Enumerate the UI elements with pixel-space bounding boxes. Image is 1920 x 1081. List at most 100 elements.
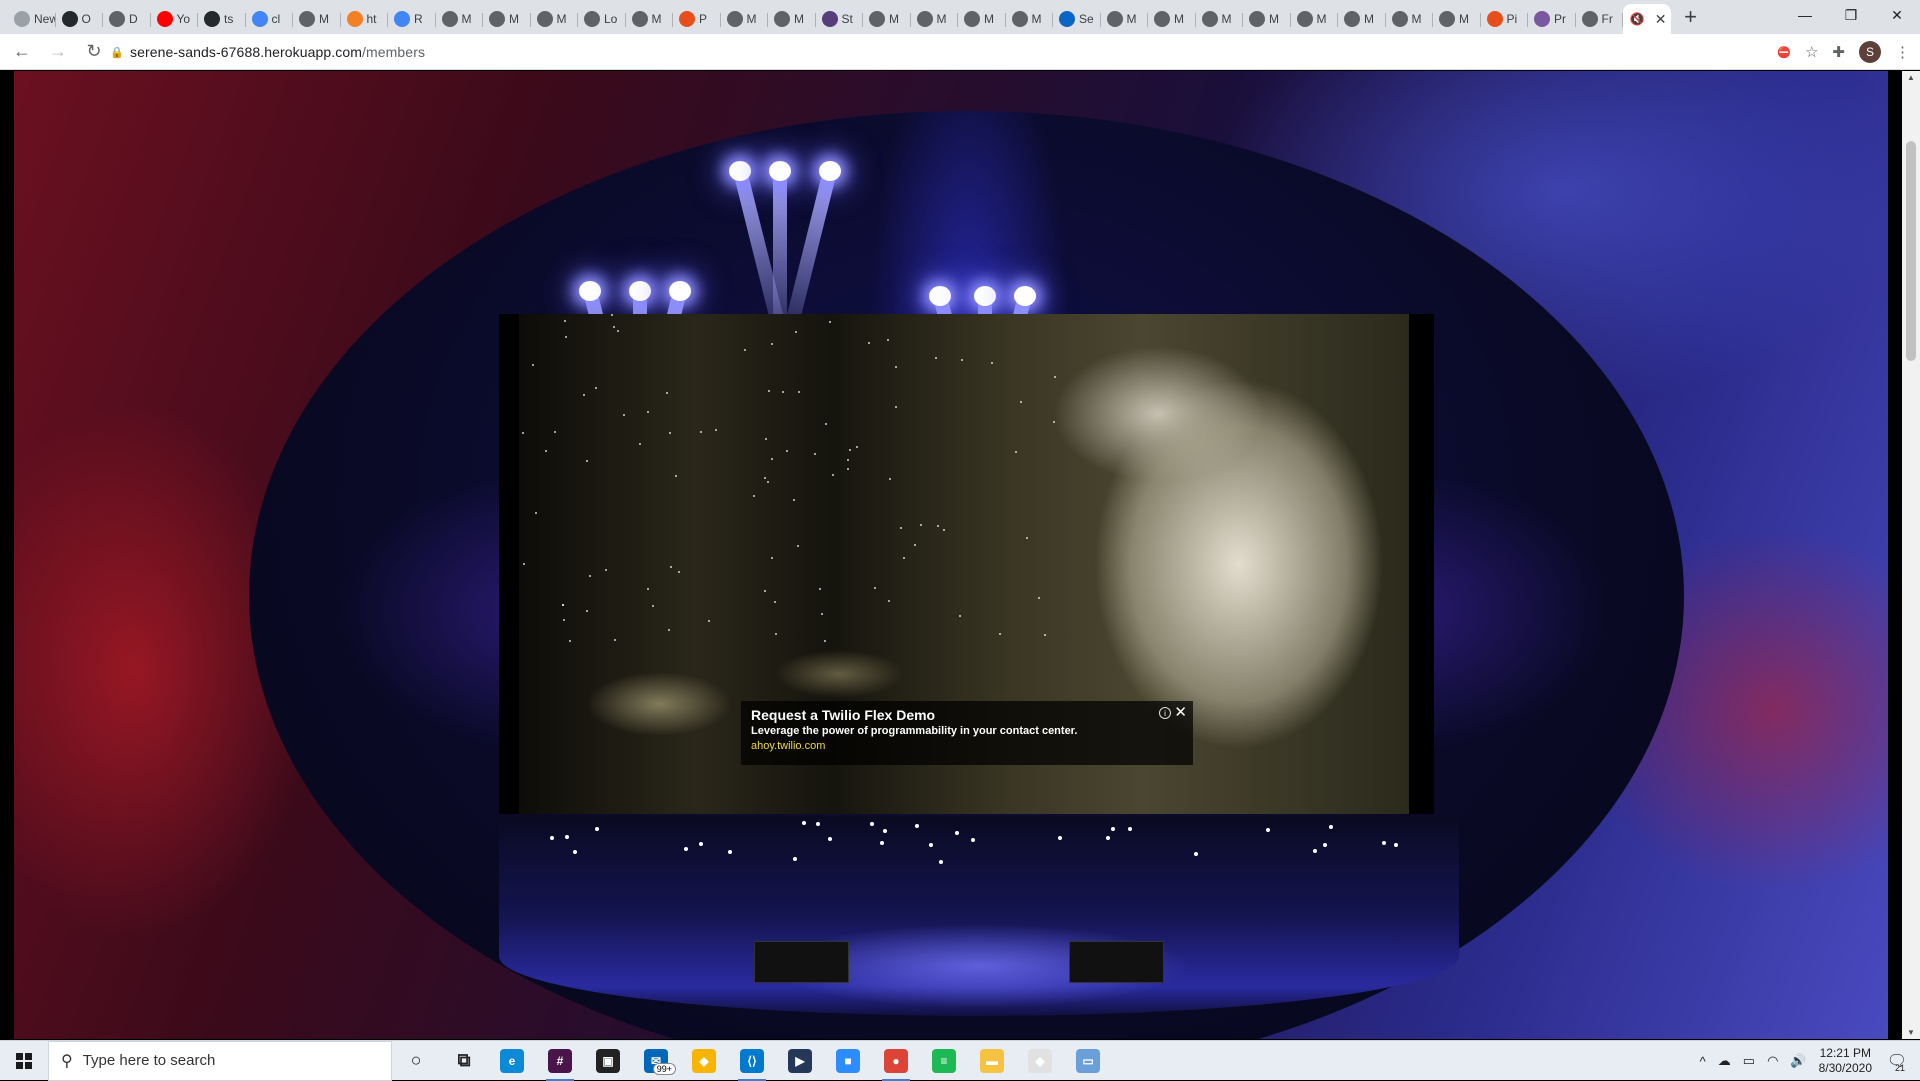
stage-monitor-left — [754, 941, 849, 983]
browser-tab[interactable]: M — [436, 5, 484, 33]
browser-tab[interactable]: P — [673, 5, 721, 33]
youtube-icon — [156, 11, 173, 27]
backdrop-star — [1015, 451, 1017, 453]
browser-tab[interactable]: M — [293, 5, 341, 33]
browser-tab[interactable]: Lo — [578, 5, 626, 33]
backdrop-star — [708, 620, 710, 622]
ad-description[interactable]: Leverage the power of programmability in… — [751, 725, 1183, 737]
taskbar-clock[interactable]: 12:21 PM 8/30/2020 — [1819, 1046, 1872, 1076]
taskbar-app[interactable]: ⧉ — [440, 1041, 488, 1081]
browser-tab[interactable]: New T — [8, 5, 56, 33]
browser-tab[interactable]: cl — [246, 5, 294, 33]
taskbar-app[interactable]: e — [488, 1041, 536, 1081]
browser-tab[interactable]: O — [56, 5, 104, 33]
video-player[interactable]: Request a Twilio Flex Demo Leverage the … — [499, 314, 1434, 814]
taskbar-search-box[interactable]: ⚲ Type here to search — [48, 1040, 392, 1081]
taskbar-app[interactable]: ● — [872, 1041, 920, 1081]
browser-tab[interactable]: M — [1338, 5, 1386, 33]
taskbar-app[interactable]: ▬ — [968, 1041, 1016, 1081]
browser-tab[interactable]: M — [1196, 5, 1244, 33]
forward-button[interactable]: → — [44, 38, 72, 66]
bookmark-star-icon[interactable]: ☆ — [1805, 43, 1818, 61]
taskbar-app[interactable]: # — [536, 1041, 584, 1081]
browser-tab[interactable]: Pr — [1528, 5, 1576, 33]
notification-center-button[interactable]: 🗨 21 — [1886, 1041, 1920, 1081]
taskbar-app[interactable]: ✉ 99+ — [632, 1041, 680, 1081]
browser-tab[interactable]: M — [1291, 5, 1339, 33]
browser-tab[interactable]: M — [1006, 5, 1054, 33]
browser-tab[interactable]: M — [531, 5, 579, 33]
globe-icon — [299, 11, 315, 27]
browser-tab[interactable]: ht — [341, 5, 389, 33]
toolbar-actions: ⛔ ☆ ✚ S ⋮ — [1777, 38, 1910, 66]
back-button[interactable]: ← — [8, 38, 36, 66]
browser-tab[interactable]: Yo — [151, 5, 199, 33]
taskbar-app[interactable]: ◆ — [1016, 1041, 1064, 1081]
browser-tab[interactable]: M — [721, 5, 769, 33]
backdrop-star — [586, 460, 588, 462]
wifi-icon[interactable]: ◠ — [1767, 1053, 1778, 1069]
browser-tab[interactable]: Se — [1053, 5, 1101, 33]
browser-tab[interactable]: Pi — [1481, 5, 1529, 33]
taskbar-app[interactable]: ◆ — [680, 1041, 728, 1081]
restore-button[interactable]: ❐ — [1828, 0, 1874, 30]
browser-tab[interactable]: St — [816, 5, 864, 33]
system-tray: ^ ☁ ▭ ◠ 🔊 12:21 PM 8/30/2020 🗨 21 — [1700, 1041, 1920, 1081]
browser-tab[interactable]: M — [768, 5, 816, 33]
url-text[interactable]: serene-sands-67688.herokuapp.com/members — [130, 44, 425, 60]
browser-tab[interactable]: M — [958, 5, 1006, 33]
tray-chevron-icon[interactable]: ^ — [1700, 1054, 1706, 1069]
taskbar-app[interactable]: ○ — [392, 1041, 440, 1081]
browser-tab[interactable]: M — [1386, 5, 1434, 33]
onedrive-icon[interactable]: ☁ — [1718, 1053, 1731, 1069]
chrome-menu-icon[interactable]: ⋮ — [1895, 43, 1910, 61]
browser-tab[interactable]: Fr — [1576, 5, 1624, 33]
taskbar-app[interactable]: ⟨⟩ — [728, 1041, 776, 1081]
minimize-button[interactable]: — — [1782, 0, 1828, 30]
address-bar[interactable]: 🔒 serene-sands-67688.herokuapp.com/membe… — [110, 38, 1770, 66]
taskbar-app[interactable]: ■ — [824, 1041, 872, 1081]
profile-avatar[interactable]: S — [1859, 41, 1881, 63]
store-icon: ▣ — [596, 1048, 620, 1073]
browser-tab[interactable]: M — [626, 5, 674, 33]
taskbar-app[interactable]: ▣ — [584, 1041, 632, 1081]
browser-tab[interactable]: D — [103, 5, 151, 33]
ad-url[interactable]: ahoy.twilio.com — [751, 740, 1183, 752]
browser-tab[interactable]: M — [911, 5, 959, 33]
reload-button[interactable]: ↻ — [80, 38, 108, 66]
tab-close-icon[interactable]: ✕ — [1655, 11, 1667, 28]
scroll-up-icon[interactable]: ▲ — [1907, 73, 1915, 82]
browser-tab[interactable]: ts — [198, 5, 246, 33]
battery-icon[interactable]: ▭ — [1743, 1053, 1755, 1069]
scroll-down-icon[interactable]: ▼ — [1907, 1028, 1915, 1037]
lock-icon[interactable]: 🔒 — [110, 46, 130, 59]
start-button[interactable] — [0, 1041, 48, 1081]
close-window-button[interactable]: ✕ — [1874, 0, 1920, 30]
browser-tab[interactable]: M — [863, 5, 911, 33]
video-ad-overlay[interactable]: Request a Twilio Flex Demo Leverage the … — [741, 701, 1193, 765]
browser-tab[interactable]: M — [1101, 5, 1149, 33]
globe-icon — [109, 11, 125, 27]
new-tab-button[interactable]: + — [1677, 3, 1705, 31]
browser-tab[interactable]: M — [1243, 5, 1291, 33]
browser-tab[interactable]: M — [1148, 5, 1196, 33]
browser-tab[interactable]: R — [388, 5, 436, 33]
volume-icon[interactable]: 🔊 — [1790, 1053, 1806, 1069]
ad-title[interactable]: Request a Twilio Flex Demo — [751, 707, 1183, 723]
ad-close-icon[interactable]: ✕ — [1174, 703, 1187, 721]
scrollbar-thumb[interactable] — [1906, 141, 1916, 361]
taskbar-app[interactable]: ≡ — [920, 1041, 968, 1081]
clock-time: 12:21 PM — [1819, 1046, 1871, 1060]
browser-tab[interactable]: M — [483, 5, 531, 33]
browser-tab[interactable]: M — [1433, 5, 1481, 33]
taskbar-app[interactable]: ▶ — [776, 1041, 824, 1081]
page-scrollbar[interactable]: ▲ ▼ — [1902, 71, 1920, 1039]
tab-title: M — [794, 12, 804, 26]
taskbar-app[interactable]: ▭ — [1064, 1041, 1112, 1081]
backdrop-star — [847, 459, 849, 461]
browser-tab-active[interactable]: 🔇 ✕ — [1623, 4, 1671, 34]
extensions-icon[interactable]: ✚ — [1832, 43, 1845, 61]
backdrop-star — [847, 468, 849, 470]
ad-info-icon[interactable]: i — [1159, 707, 1171, 719]
cookie-blocked-icon[interactable]: ⛔ — [1777, 46, 1791, 59]
